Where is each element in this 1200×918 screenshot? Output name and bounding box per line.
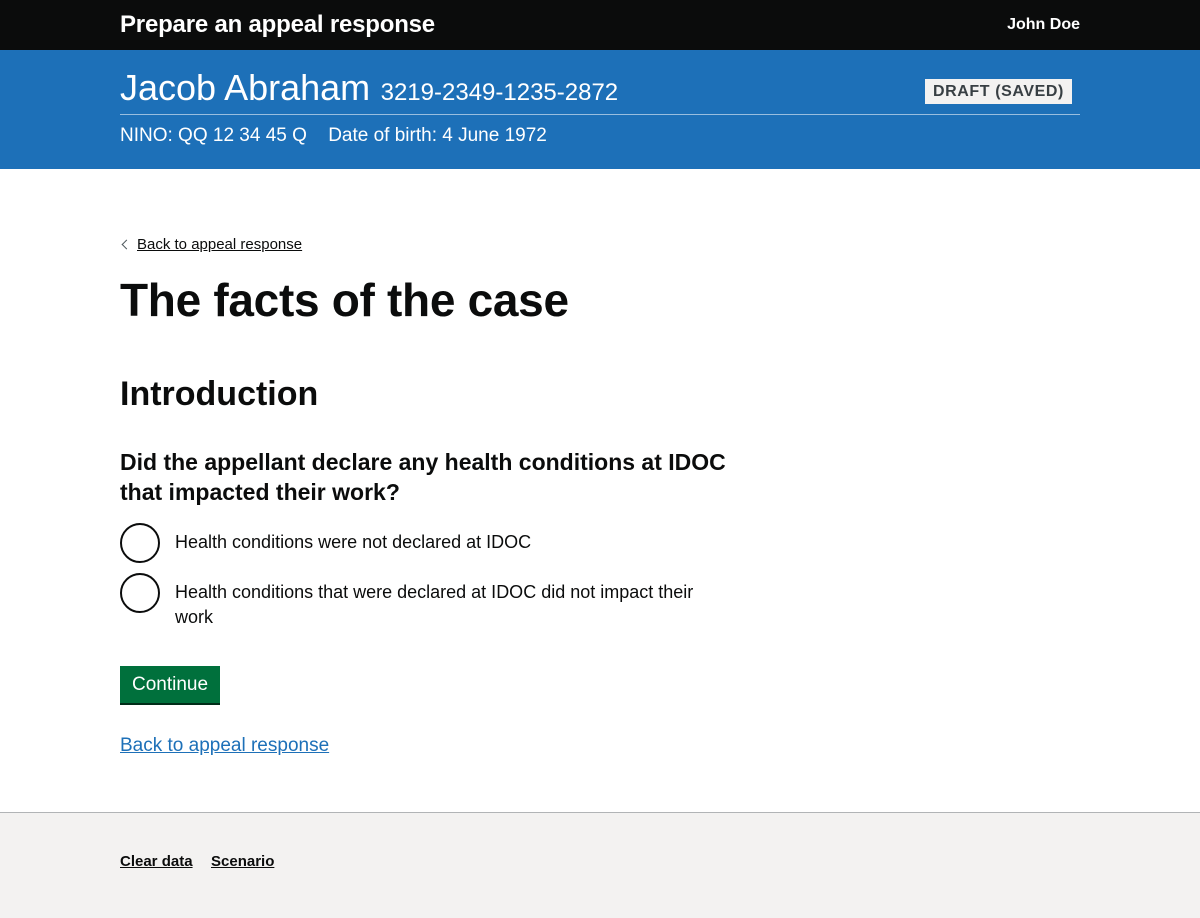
back-link[interactable]: Back to appeal response bbox=[120, 236, 302, 253]
user-name[interactable]: John Doe bbox=[1007, 16, 1080, 34]
main-content: Back to appeal response The facts of the… bbox=[0, 169, 1200, 812]
appellant-name: Jacob Abraham bbox=[120, 67, 371, 108]
back-link-label: Back to appeal response bbox=[137, 236, 303, 253]
page-title: The facts of the case bbox=[120, 274, 569, 326]
case-meta: NINO: QQ 12 34 45 Q Date of birth: 4 Jun… bbox=[120, 125, 1080, 147]
chevron-left-icon bbox=[121, 239, 132, 250]
status-badge: DRAFT (SAVED) bbox=[924, 79, 1072, 104]
case-reference: 3219-2349-1235-2872 bbox=[380, 79, 619, 106]
top-header: Prepare an appeal response John Doe bbox=[0, 0, 1200, 50]
radio-option-not-declared[interactable]: Health conditions were not declared at I… bbox=[120, 523, 1080, 563]
radio-label[interactable]: Health conditions that were declared at … bbox=[175, 573, 720, 630]
case-title-row: Jacob Abraham 3219-2349-1235-2872 DRAFT … bbox=[120, 67, 1080, 115]
radio-button[interactable] bbox=[120, 523, 160, 563]
radio-option-no-impact[interactable]: Health conditions that were declared at … bbox=[120, 573, 1080, 630]
service-name-link[interactable]: Prepare an appeal response bbox=[120, 11, 435, 39]
case-banner: Jacob Abraham 3219-2349-1235-2872 DRAFT … bbox=[0, 50, 1200, 169]
continue-button[interactable]: Continue bbox=[120, 666, 221, 703]
footer: Clear data Scenario bbox=[0, 812, 1200, 918]
question-legend: Did the appellant declare any health con… bbox=[120, 449, 726, 505]
back-to-appeal-response-link[interactable]: Back to appeal response bbox=[120, 735, 1080, 757]
dob-text: Date of birth: 4 June 1972 bbox=[328, 125, 547, 146]
section-heading: Introduction bbox=[120, 375, 319, 413]
scenario-link[interactable]: Scenario bbox=[211, 853, 274, 870]
clear-data-link[interactable]: Clear data bbox=[120, 853, 193, 870]
radio-group: Health conditions were not declared at I… bbox=[120, 523, 1080, 630]
radio-label[interactable]: Health conditions were not declared at I… bbox=[175, 523, 720, 555]
radio-button[interactable] bbox=[120, 573, 160, 613]
nino-text: NINO: QQ 12 34 45 Q bbox=[120, 125, 307, 146]
